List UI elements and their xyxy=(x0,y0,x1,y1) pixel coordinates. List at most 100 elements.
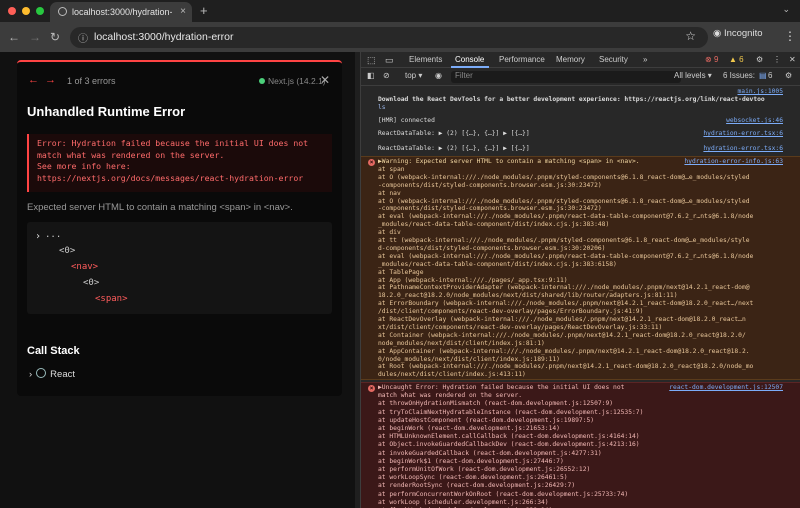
console-text: ReactDataTable: ▶ (2) [{…}, {…}] ▶ [{…}] xyxy=(378,130,530,137)
source-link[interactable]: main.js:1005 xyxy=(738,88,784,96)
close-tab-icon[interactable]: × xyxy=(180,6,186,17)
previous-error-icon[interactable]: ← xyxy=(28,74,39,86)
console-settings-icon[interactable]: ⚙ xyxy=(785,71,792,80)
console-row: Download the React DevTools for a better… xyxy=(361,96,800,104)
stack-trace-line: at updateHostComponent (react-dom.develo… xyxy=(378,416,595,424)
console-text: Download the React DevTools for a better… xyxy=(378,96,765,103)
console-row: [HMR] connected websocket.js:46 xyxy=(361,117,800,125)
tab-elements[interactable]: Elements xyxy=(409,55,442,64)
incognito-indicator[interactable]: ◉ Incognito xyxy=(713,28,763,39)
console-text: ReactDataTable: ▶ (2) [{…}, {…}] ▶ [{…}] xyxy=(378,145,530,152)
url-text[interactable]: localhost:3000/hydration-error xyxy=(94,31,234,43)
stack-trace-line: at performConcurrentWorkOnRoot (react-do… xyxy=(378,490,629,498)
stack-trace-line: at beginWork$1 (react-dom.development.js… xyxy=(378,457,564,465)
stack-trace-line: at performUnitOfWork (react-dom.developm… xyxy=(378,466,591,473)
source-link[interactable]: websocket.js:46 xyxy=(726,117,783,125)
stack-trace-line: at invokeGuardedCallback (react-dom.deve… xyxy=(378,449,602,457)
maximize-window-button[interactable] xyxy=(36,7,44,15)
star-icon[interactable]: ☆ xyxy=(685,29,696,43)
incognito-icon: ◉ xyxy=(713,28,724,39)
code-line-highlight: <nav> xyxy=(71,262,99,272)
inspect-icon[interactable]: ⬚ xyxy=(367,55,376,66)
source-link[interactable]: hydration-error.tsx:6 xyxy=(703,145,783,153)
console-error-block[interactable]: × react-dom.development.js:12507 ▶Uncaug… xyxy=(361,382,800,508)
tab-console[interactable]: Console xyxy=(455,55,484,64)
console-row[interactable]: ReactDataTable: ▶ (2) [{…}, {…}] ▶ [{…}]… xyxy=(361,130,800,138)
stack-trace-line: at workLoop (scheduler.development.js:26… xyxy=(378,498,549,506)
filter-placeholder: Filter xyxy=(455,71,473,80)
context-select[interactable]: top ▾ xyxy=(405,71,422,80)
eye-icon[interactable]: ◉ xyxy=(435,71,442,80)
more-tabs-icon[interactable]: » xyxy=(643,55,647,64)
warning-count: 6 xyxy=(739,55,744,64)
forward-icon[interactable]: → xyxy=(29,30,41,44)
component-diff-box: › ... <0> <nav> <0> <span> xyxy=(27,222,332,314)
new-tab-button[interactable]: + xyxy=(200,3,208,18)
tab-title: localhost:3000/hydration-err xyxy=(72,7,172,17)
clear-console-icon[interactable]: ⊘ xyxy=(383,71,390,80)
error-link[interactable]: https://nextjs.org/docs/messages/react-h… xyxy=(37,173,324,185)
devtools-tabbar: ⬚ ▭ Elements Console Performance Memory … xyxy=(361,52,800,68)
console-filter-input[interactable]: Filter xyxy=(451,71,681,83)
browser-menu-icon[interactable]: ⋮ xyxy=(784,29,796,43)
issues-icon: ▤ xyxy=(759,71,767,80)
console-output: main.js:1005 Download the React DevTools… xyxy=(361,86,800,508)
error-count-badge[interactable]: ⊗ 9 xyxy=(705,55,718,64)
log-levels-select[interactable]: All levels ▾ xyxy=(674,71,712,80)
site-info-icon[interactable]: ⓘ xyxy=(78,30,88,45)
close-devtools-icon[interactable]: ✕ xyxy=(789,55,796,64)
console-warning-block[interactable]: × hydration-error-info.js:63 ▶Warning: E… xyxy=(361,156,800,380)
chevron-right-icon: › xyxy=(29,369,33,380)
browser-tabbar: localhost:3000/hydration-err × + ⌄ xyxy=(0,0,800,22)
close-window-button[interactable] xyxy=(8,7,16,15)
console-text: [HMR] connected xyxy=(378,117,435,124)
react-atom-icon xyxy=(36,368,47,378)
code-line: <0> xyxy=(83,278,100,288)
stack-trace-line: at workLoopSync (react-dom.development.j… xyxy=(378,474,568,482)
call-stack-item[interactable]: › React xyxy=(29,368,75,380)
minimize-window-button[interactable] xyxy=(22,7,30,15)
console-row[interactable]: ReactDataTable: ▶ (2) [{…}, {…}] ▶ [{…}]… xyxy=(361,145,800,153)
expand-chevron-icon[interactable]: › xyxy=(35,231,41,242)
console-row: ls xyxy=(361,104,800,112)
source-link[interactable]: hydration-error.tsx:6 xyxy=(703,130,783,138)
nextjs-error-overlay: ← → 1 of 3 errors Next.js (14.2.1) ✕ Unh… xyxy=(17,60,342,396)
error-line: See more info here: xyxy=(37,161,131,171)
error-line: Error: Hydration failed because the init… xyxy=(37,138,309,148)
status-dot-icon xyxy=(259,78,265,84)
error-circle-icon: ⊗ xyxy=(705,55,712,64)
warning-count-badge[interactable]: ▲ 6 xyxy=(729,55,744,64)
address-bar: ← → ↻ ⓘ localhost:3000/hydration-error ☆… xyxy=(0,22,800,52)
stack-trace-line: at Object.invokeGuardedCallbackDev (reac… xyxy=(378,441,640,449)
reload-icon[interactable]: ↻ xyxy=(50,30,60,44)
call-stack-label: React xyxy=(50,369,75,380)
overlay-header: ← → 1 of 3 errors Next.js (14.2.1) ✕ xyxy=(17,62,342,100)
device-toggle-icon[interactable]: ▭ xyxy=(385,55,394,66)
tab-performance[interactable]: Performance xyxy=(499,55,545,64)
stack-trace-line: dules/next/dist/client/index.js:413:11) xyxy=(378,371,526,379)
tab-memory[interactable]: Memory xyxy=(556,55,585,64)
stack-trace-line: at HTMLUnknownElement.callCallback (reac… xyxy=(378,433,640,441)
error-line: match what was rendered on the server. xyxy=(37,149,225,160)
sidebar-toggle-icon[interactable]: ◧ xyxy=(367,71,375,80)
omnibox[interactable]: ⓘ localhost:3000/hydration-error ☆ xyxy=(70,27,708,48)
browser-tab[interactable]: localhost:3000/hydration-err × xyxy=(50,2,192,22)
nextjs-version-label: Next.js (14.2.1) xyxy=(268,76,326,86)
stack-trace-line: match what was rendered on the server. xyxy=(378,392,523,400)
chevron-down-icon[interactable]: ⌄ xyxy=(782,4,790,15)
stack-trace-line: at throwOnHydrationMismatch (react-dom.d… xyxy=(378,400,614,408)
console-toolbar: ◧ ⊘ top ▾ ◉ Filter All levels ▾ 6 Issues… xyxy=(361,68,800,86)
code-line: <0> xyxy=(59,246,76,256)
next-error-icon[interactable]: → xyxy=(45,74,56,86)
devtools-menu-icon[interactable]: ⋮ xyxy=(773,55,781,64)
close-overlay-icon[interactable]: ✕ xyxy=(320,73,330,87)
error-counter: 1 of 3 errors xyxy=(67,76,116,86)
incognito-label: Incognito xyxy=(723,28,763,39)
code-line: ... xyxy=(45,230,62,240)
issues-link[interactable]: 6 Issues: xyxy=(723,71,755,80)
tab-security[interactable]: Security xyxy=(599,55,628,64)
settings-gear-icon[interactable]: ⚙ xyxy=(756,55,763,64)
call-stack-title: Call Stack xyxy=(27,345,80,357)
back-icon[interactable]: ← xyxy=(8,30,20,44)
error-count: 9 xyxy=(713,55,719,64)
